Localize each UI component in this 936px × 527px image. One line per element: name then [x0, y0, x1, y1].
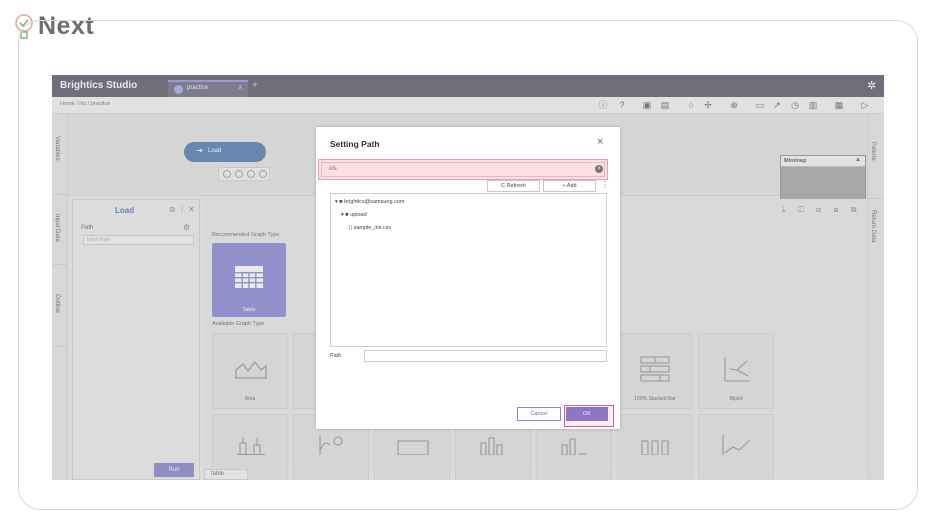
tree-item-label: brightics@samsung.com — [344, 199, 405, 205]
cancel-button[interactable]: Cancel — [517, 407, 561, 421]
more-options-icon[interactable]: ⋮ — [601, 180, 609, 189]
folder-icon: ■ — [339, 199, 343, 205]
close-icon[interactable]: × — [597, 136, 603, 148]
path-label: Path — [330, 353, 342, 359]
setting-path-dialog: Setting Path × iris × C Refresh + Add ⋮ … — [316, 127, 620, 429]
folder-icon: ■ — [345, 212, 349, 218]
ok-highlight — [564, 405, 614, 427]
clear-search-icon[interactable]: × — [595, 165, 603, 173]
tree-item-label: sample_iris.csv — [353, 225, 392, 231]
tree-item-label: upload — [350, 212, 367, 218]
dialog-title: Setting Path — [330, 139, 380, 149]
search-highlight — [318, 159, 608, 180]
caret-down-icon[interactable]: ▾ — [335, 199, 338, 205]
caret-down-icon[interactable]: ▾ — [341, 212, 344, 218]
file-tree: ▾ ■ brightics@samsung.com ▾ ■ upload ▯ s… — [330, 193, 607, 347]
tree-item[interactable]: ▾ ■ brightics@samsung.com — [335, 199, 404, 205]
tree-item[interactable]: ▾ ■ upload — [341, 212, 367, 218]
path-field[interactable] — [364, 350, 607, 362]
refresh-button[interactable]: C Refresh — [487, 180, 540, 192]
file-icon: ▯ — [349, 225, 353, 231]
add-button[interactable]: + Add — [543, 180, 596, 192]
tree-item[interactable]: ▯ sample_iris.csv — [349, 225, 391, 231]
slide: Next Brightics Studio practice × + ✲ Hom… — [0, 0, 936, 527]
